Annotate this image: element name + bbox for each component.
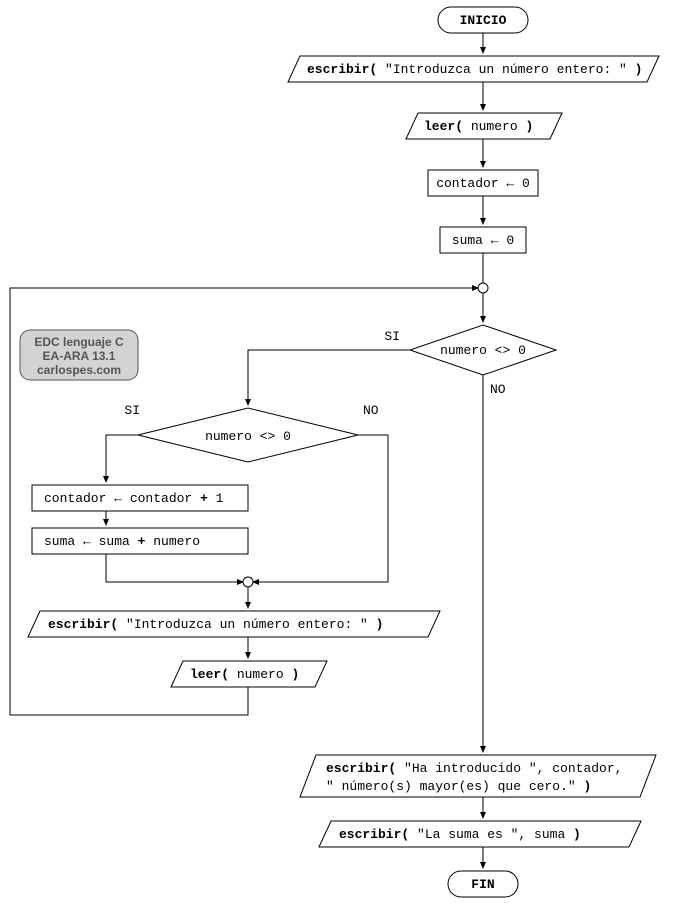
node-read1: leer( numero ): [406, 113, 562, 139]
node-write3: escribir( "Ha introducido ", contador, "…: [300, 755, 656, 797]
flowchart: INICIO escribir( "Introduzca un número e…: [0, 0, 673, 904]
svg-text:escribir( "Introduzca un númer: escribir( "Introduzca un número entero: …: [307, 62, 642, 77]
node-write2: escribir( "Introduzca un número entero: …: [28, 611, 440, 637]
svg-text:escribir( "Introduzca un númer: escribir( "Introduzca un número entero: …: [48, 617, 383, 632]
node-start: INICIO: [438, 7, 528, 33]
svg-text:contador ← contador + 1: contador ← contador + 1: [44, 491, 224, 506]
node-proc1: contador ← 0: [428, 170, 538, 196]
svg-text:numero <> 0: numero <> 0: [205, 429, 291, 444]
svg-text:leer( numero ): leer( numero ): [190, 667, 299, 682]
svg-text:EA-ARA 13.1: EA-ARA 13.1: [43, 349, 116, 363]
svg-text:FIN: FIN: [471, 877, 494, 892]
arrow: [106, 435, 138, 482]
node-decision2: numero <> 0 SI NO: [124, 403, 378, 462]
node-proc2: suma ← 0: [440, 227, 526, 253]
svg-text:EDC lenguaje C: EDC lenguaje C: [34, 335, 124, 349]
svg-text:SI: SI: [384, 329, 400, 344]
connector1: [478, 283, 488, 293]
svg-text:numero <> 0: numero <> 0: [440, 343, 526, 358]
svg-text:suma ← 0: suma ← 0: [452, 233, 514, 248]
connector2: [243, 577, 253, 587]
node-end: FIN: [448, 871, 518, 897]
svg-text:suma ← suma + numero: suma ← suma + numero: [44, 534, 200, 549]
node-write1: escribir( "Introduzca un número entero: …: [288, 56, 659, 82]
node-proc3: contador ← contador + 1: [32, 485, 248, 511]
node-proc4: suma ← suma + numero: [32, 528, 248, 554]
svg-text:contador ← 0: contador ← 0: [436, 176, 530, 191]
arrow: [253, 435, 388, 582]
svg-text:escribir( "Ha introducido ", c: escribir( "Ha introducido ", contador,: [326, 761, 622, 776]
svg-text:leer( numero ): leer( numero ): [424, 119, 533, 134]
arrow: [106, 554, 243, 582]
start-label: INICIO: [460, 13, 507, 28]
svg-text:carlospes.com: carlospes.com: [37, 363, 121, 377]
svg-text:SI: SI: [124, 403, 140, 418]
source-badge: EDC lenguaje C EA-ARA 13.1 carlospes.com: [20, 330, 138, 380]
node-read2: leer( numero ): [171, 661, 327, 687]
svg-text:escribir( "La suma es ", suma: escribir( "La suma es ", suma ): [339, 827, 581, 842]
svg-text:NO: NO: [490, 382, 506, 397]
node-write4: escribir( "La suma es ", suma ): [319, 821, 641, 847]
arrow: [248, 350, 410, 405]
node-decision1: numero <> 0 SI NO: [384, 325, 556, 397]
svg-text:" número(s) mayor(es) que cero: " número(s) mayor(es) que cero." ): [326, 779, 591, 794]
svg-text:NO: NO: [363, 403, 379, 418]
